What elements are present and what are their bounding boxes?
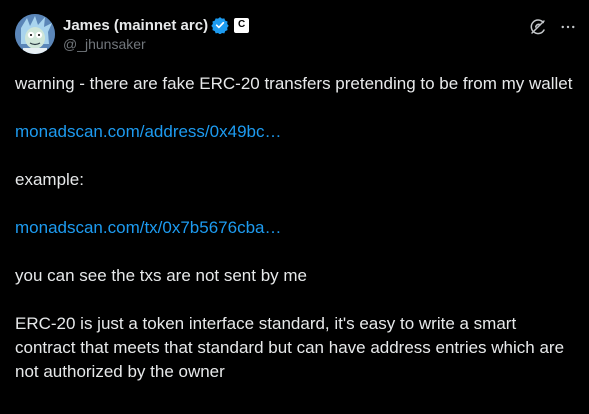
affiliation-badge[interactable]: C — [234, 17, 250, 33]
user-handle[interactable]: @_jhunsaker — [63, 36, 249, 52]
address-link[interactable]: monadscan.com/address/0x49bc… — [15, 122, 281, 141]
tweet-text: warning - there are fake ERC-20 transfer… — [15, 72, 575, 408]
tweet-paragraph-example: example: — [15, 170, 84, 189]
more-icon[interactable] — [559, 18, 577, 36]
tweet-paragraph-txs: you can see the txs are not sent by me — [15, 266, 307, 285]
verified-badge-icon[interactable] — [211, 16, 229, 35]
avatar[interactable] — [15, 14, 55, 54]
header-actions — [529, 18, 577, 36]
author-info: James (mainnet arc) C @_jhunsaker — [63, 15, 250, 52]
avatar-cartoon-icon — [15, 14, 55, 54]
name-row: James (mainnet arc) C — [63, 15, 250, 35]
grok-icon[interactable] — [529, 18, 547, 36]
tweet-paragraph-warning: warning - there are fake ERC-20 transfer… — [15, 74, 573, 93]
tweet-paragraph-erc20: ERC-20 is just a token interface standar… — [15, 314, 565, 381]
display-name[interactable]: James (mainnet arc) — [63, 17, 208, 34]
transaction-link[interactable]: monadscan.com/tx/0x7b5676cba… — [15, 218, 282, 237]
tweet-card: James (mainnet arc) C @_jhunsaker warnin… — [0, 0, 589, 414]
